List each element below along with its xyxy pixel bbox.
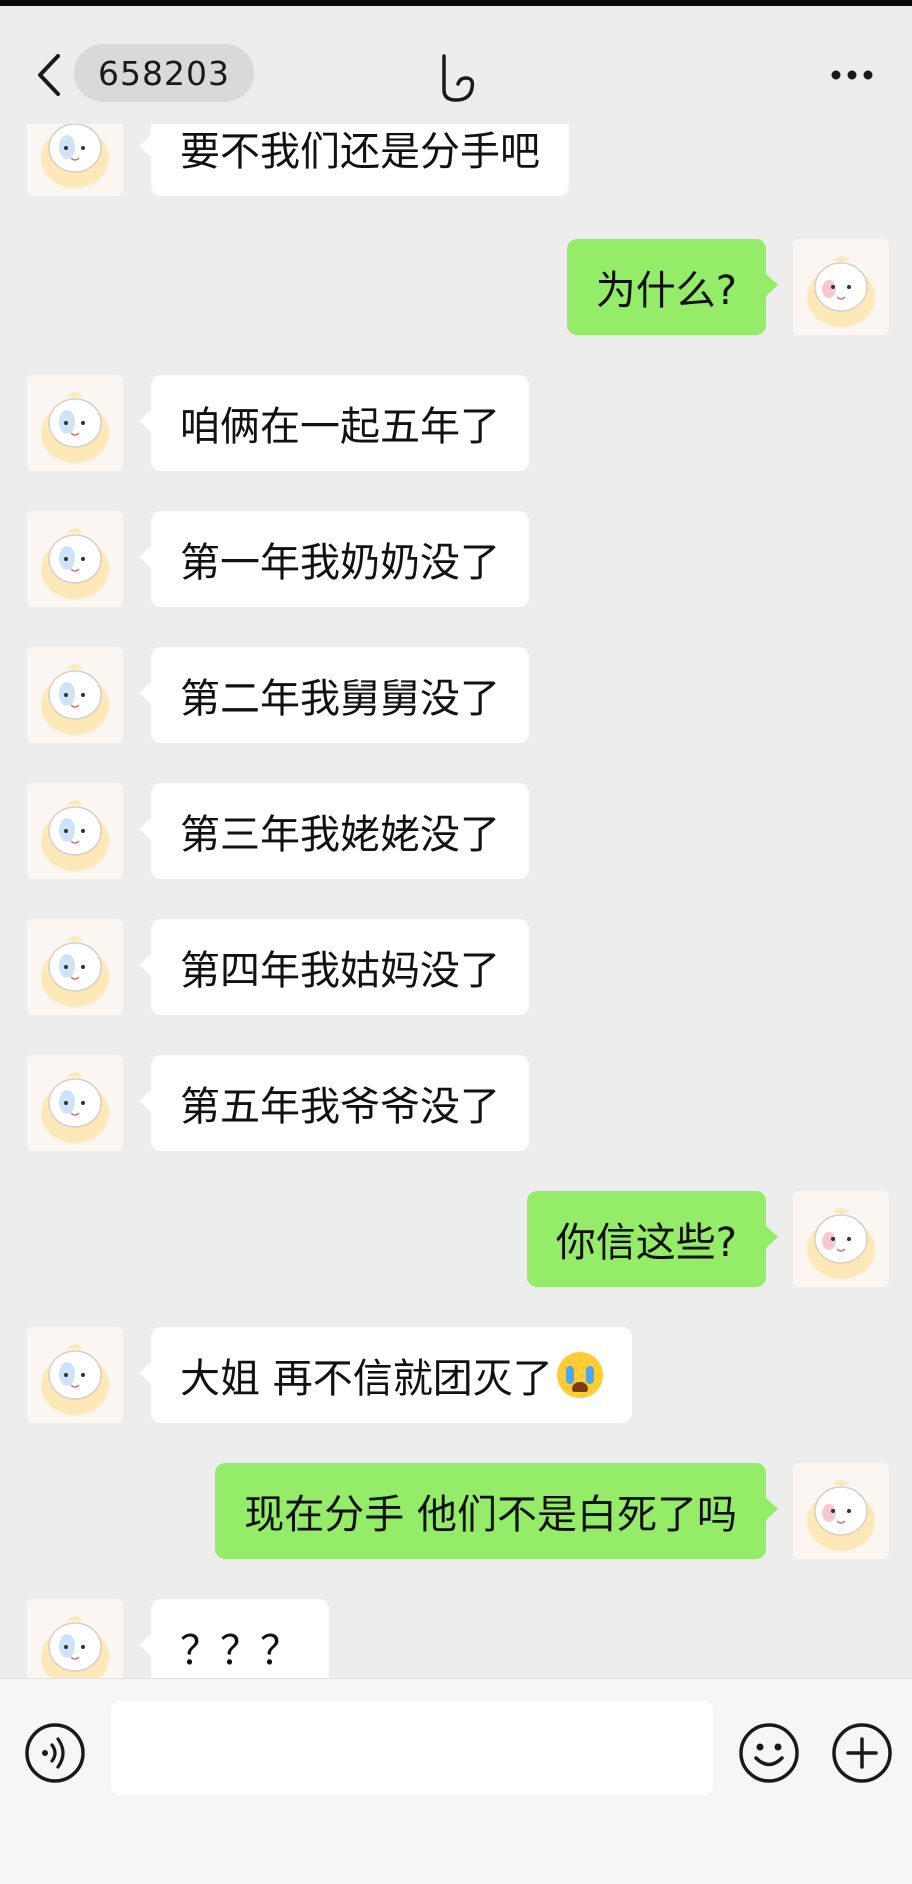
contact-avatar[interactable]	[27, 511, 123, 607]
cartoon-avatar-icon	[793, 239, 889, 335]
message-input[interactable]	[111, 1701, 713, 1795]
message-bubble[interactable]: 第一年我奶奶没了	[139, 511, 529, 607]
message-text: 要不我们还是分手吧	[180, 129, 540, 175]
hand-icon	[442, 54, 475, 102]
cartoon-avatar-icon	[27, 511, 123, 607]
contact-avatar[interactable]	[27, 783, 123, 879]
cartoon-avatar-icon	[793, 1191, 889, 1287]
voice-icon[interactable]	[23, 1721, 87, 1785]
message-text: 咱俩在一起五年了	[180, 404, 500, 450]
message-text: 第五年我爷爷没了	[180, 1084, 500, 1130]
message-bubble[interactable]: 要不我们还是分手吧	[139, 124, 569, 196]
user-avatar[interactable]	[793, 239, 889, 335]
contact-avatar[interactable]	[27, 375, 123, 471]
smiley-icon[interactable]	[737, 1721, 801, 1785]
contact-avatar[interactable]	[27, 1055, 123, 1151]
loudly-crying-face-icon	[556, 1352, 603, 1398]
contact-avatar[interactable]	[27, 1327, 123, 1423]
user-avatar[interactable]	[793, 1191, 889, 1287]
contact-avatar[interactable]	[27, 1599, 123, 1678]
message-bubble[interactable]: 第三年我姥姥没了	[139, 783, 529, 879]
cartoon-avatar-icon	[27, 124, 123, 196]
chat-header: 658203	[0, 6, 912, 124]
more-dots-icon[interactable]	[828, 62, 876, 88]
message-bubble[interactable]: 第五年我爷爷没了	[139, 1055, 529, 1151]
message-bubble[interactable]: 大姐 再不信就团灭了	[139, 1327, 632, 1423]
plus-icon[interactable]	[830, 1721, 894, 1785]
message-text: 为什么?	[595, 268, 737, 314]
cartoon-avatar-icon	[27, 1599, 123, 1678]
message-text: 大姐 再不信就团灭了	[180, 1356, 553, 1402]
message-text: 第二年我舅舅没了	[180, 676, 500, 722]
message-bubble[interactable]: ？？？	[139, 1599, 329, 1678]
message-bubble[interactable]: 现在分手 他们不是白死了吗	[215, 1463, 778, 1559]
cartoon-avatar-icon	[27, 919, 123, 1015]
cartoon-avatar-icon	[793, 1463, 889, 1559]
cartoon-avatar-icon	[27, 1327, 123, 1423]
message-bubble[interactable]: 你信这些?	[526, 1191, 779, 1287]
message-bubble[interactable]: 第二年我舅舅没了	[139, 647, 529, 743]
message-text: ？？？	[180, 1628, 300, 1674]
message-bubble[interactable]: 咱俩在一起五年了	[139, 375, 529, 471]
message-text: 第四年我姑妈没了	[180, 948, 500, 994]
message-text: 你信这些?	[555, 1220, 737, 1266]
contact-name-text: 658203	[98, 53, 230, 93]
message-bubble[interactable]: 为什么?	[566, 239, 779, 335]
contact-avatar[interactable]	[27, 124, 123, 196]
cartoon-avatar-icon	[27, 783, 123, 879]
message-text: 现在分手 他们不是白死了吗	[244, 1492, 737, 1538]
input-bar	[0, 1678, 912, 1884]
contact-avatar[interactable]	[27, 647, 123, 743]
contact-avatar[interactable]	[27, 919, 123, 1015]
message-text: 第三年我姥姥没了	[180, 812, 500, 858]
contact-name[interactable]: 658203	[74, 44, 254, 102]
message-list[interactable]: 要不我们还是分手吧 为什么? 咱俩在一起五年了 第一年我奶奶没了 第二年我舅舅没…	[0, 124, 912, 1678]
cartoon-avatar-icon	[27, 1055, 123, 1151]
cartoon-avatar-icon	[27, 375, 123, 471]
message-text: 第一年我奶奶没了	[180, 540, 500, 586]
user-avatar[interactable]	[793, 1463, 889, 1559]
cartoon-avatar-icon	[27, 647, 123, 743]
message-bubble[interactable]: 第四年我姑妈没了	[139, 919, 529, 1015]
chevron-left-icon[interactable]	[34, 52, 64, 98]
